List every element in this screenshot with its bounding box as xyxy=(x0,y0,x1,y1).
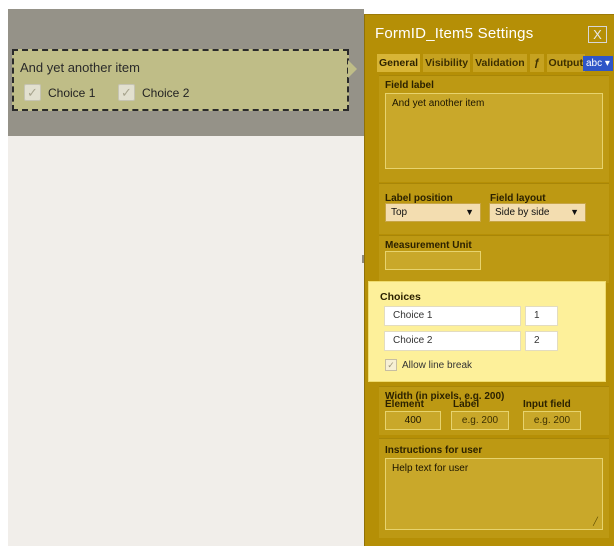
choice-value-input-2[interactable]: 2 xyxy=(525,331,558,351)
instructions-heading: Instructions for user xyxy=(385,445,483,456)
resize-grip-icon[interactable]: ╱ xyxy=(593,517,598,526)
tab-output[interactable]: Output xyxy=(546,54,585,72)
tab-function[interactable]: ƒ xyxy=(529,54,544,72)
panel-title: FormID_Item5 Settings xyxy=(375,25,534,42)
format-select[interactable]: abc ▾ xyxy=(583,56,613,71)
choice-value-input-1[interactable]: 1 xyxy=(525,306,558,326)
choices-heading: Choices xyxy=(380,291,421,303)
width-label-label: Label xyxy=(453,399,480,410)
choice-text-1: Choice 1 xyxy=(393,310,433,321)
settings-panel: FormID_Item5 Settings X General Visibili… xyxy=(364,14,614,546)
instructions-section: Instructions for user Help text for user… xyxy=(379,438,609,538)
allow-line-break-label: Allow line break xyxy=(402,359,473,371)
chevron-down-icon: ▼ xyxy=(570,207,579,217)
form-choice-2[interactable]: ✓ Choice 2 xyxy=(118,84,189,101)
choice-value-2: 2 xyxy=(534,335,540,346)
layout-section: Label position Field layout Top ▼ Side b… xyxy=(379,183,609,234)
field-label-section: Field label And yet another item xyxy=(379,75,609,182)
tab-bar: General Visibility Validation ƒ Output xyxy=(377,54,585,72)
field-label-value: And yet another item xyxy=(392,98,485,109)
choice-value-1: 1 xyxy=(534,310,540,321)
top-strip xyxy=(0,0,614,9)
label-position-value: Top xyxy=(391,207,408,218)
choice-text-2: Choice 2 xyxy=(393,335,433,346)
form-choice-1[interactable]: ✓ Choice 1 xyxy=(24,84,95,101)
instructions-textarea[interactable]: Help text for user ╱ xyxy=(385,458,603,530)
field-label-textarea[interactable]: And yet another item xyxy=(385,93,603,169)
tab-validation[interactable]: Validation xyxy=(473,54,527,72)
label-width-placeholder: e.g. 200 xyxy=(461,415,499,426)
width-element-label: Element xyxy=(385,399,424,410)
width-section: Width (in pixels, e.g. 200) Element Labe… xyxy=(379,386,609,435)
element-width-value: 400 xyxy=(404,415,422,426)
field-layout-select[interactable]: Side by side ▼ xyxy=(489,203,586,222)
form-choice-label: Choice 2 xyxy=(142,85,190,100)
input-width-placeholder: e.g. 200 xyxy=(533,415,571,426)
tab-visibility[interactable]: Visibility xyxy=(423,54,471,72)
selected-form-item[interactable]: And yet another item ✓ Choice 1 ✓ Choice… xyxy=(12,49,349,111)
checkbox-checked-icon[interactable]: ✓ xyxy=(118,84,135,101)
tab-general[interactable]: General xyxy=(377,54,421,72)
field-label-heading: Field label xyxy=(385,80,434,91)
measurement-unit-section: Measurement Unit xyxy=(379,235,609,283)
allow-line-break-row[interactable]: ✓ Allow line break xyxy=(385,359,472,371)
instructions-placeholder: Help text for user xyxy=(392,463,469,474)
form-item-label: And yet another item xyxy=(20,60,140,75)
close-button[interactable]: X xyxy=(588,26,607,43)
label-width-input[interactable]: e.g. 200 xyxy=(451,411,509,430)
input-width-input[interactable]: e.g. 200 xyxy=(523,411,581,430)
close-icon: X xyxy=(593,27,602,42)
form-choice-label: Choice 1 xyxy=(48,85,96,100)
choices-section: Choices Choice 1 1 Choice 2 2 ✓ Allow li… xyxy=(368,281,606,382)
checkbox-checked-icon[interactable]: ✓ xyxy=(385,359,397,371)
choice-text-input-2[interactable]: Choice 2 xyxy=(384,331,521,351)
chevron-down-icon: ▼ xyxy=(465,207,474,217)
label-position-select[interactable]: Top ▼ xyxy=(385,203,481,222)
pointer-arrow-icon xyxy=(348,60,357,78)
choice-text-input-1[interactable]: Choice 1 xyxy=(384,306,521,326)
measurement-unit-heading: Measurement Unit xyxy=(385,240,472,251)
width-input-label: Input field xyxy=(523,399,571,410)
checkbox-checked-icon[interactable]: ✓ xyxy=(24,84,41,101)
element-width-input[interactable]: 400 xyxy=(385,411,441,430)
measurement-unit-input[interactable] xyxy=(385,251,481,270)
field-layout-value: Side by side xyxy=(495,207,550,218)
